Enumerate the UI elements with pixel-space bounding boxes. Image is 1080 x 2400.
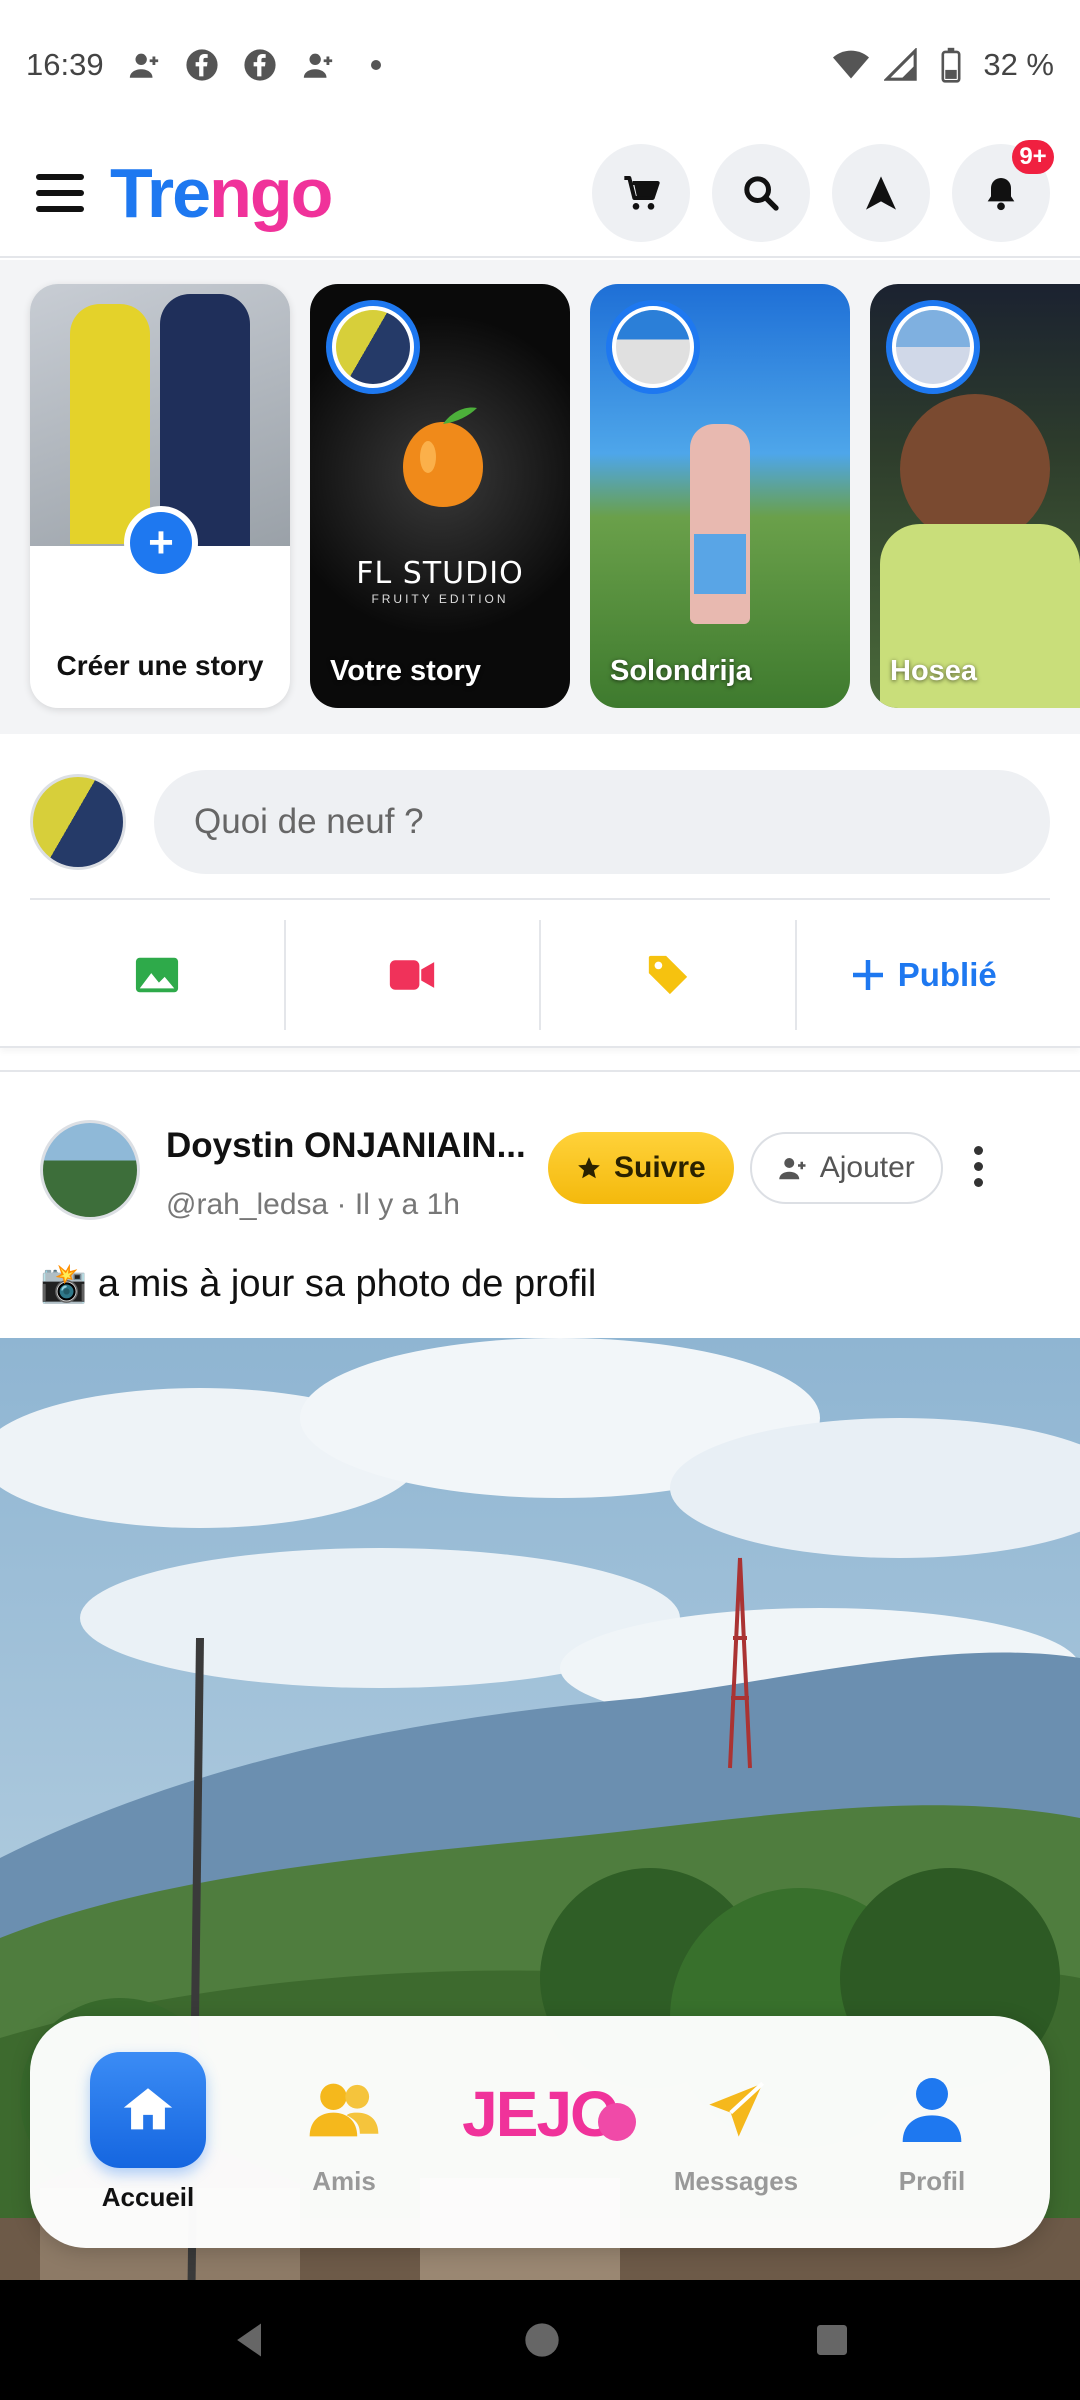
add-video-button[interactable] bbox=[286, 920, 541, 1030]
wifi-icon bbox=[833, 47, 870, 83]
nav-messages-label: Messages bbox=[673, 2165, 799, 2196]
menu-line bbox=[36, 190, 84, 196]
recents-square-icon[interactable] bbox=[812, 2320, 852, 2360]
status-input[interactable]: Quoi de neuf ? bbox=[154, 770, 1050, 874]
back-icon[interactable] bbox=[228, 2318, 272, 2362]
follow-label: Suivre bbox=[614, 1151, 706, 1184]
navigation-arrow-icon bbox=[866, 176, 896, 210]
post-composer: Quoi de neuf ? Publié bbox=[0, 738, 1080, 1048]
notification-count-badge: 9+ bbox=[1012, 140, 1054, 174]
story-avatar bbox=[886, 300, 980, 394]
add-photo-button[interactable] bbox=[30, 920, 286, 1030]
add-friend-button[interactable]: Ajouter bbox=[749, 1132, 943, 1204]
tag-icon bbox=[648, 955, 687, 995]
add-label: Ajouter bbox=[819, 1151, 915, 1184]
nav-jejo[interactable]: JEJO bbox=[442, 2078, 638, 2151]
story-card-hosea[interactable]: Hosea bbox=[870, 284, 1080, 708]
smiley-icon bbox=[597, 2103, 636, 2141]
nav-friends-label: Amis bbox=[312, 2165, 376, 2196]
star-icon bbox=[578, 1157, 600, 1179]
story-name: Hosea bbox=[890, 655, 978, 687]
nav-messages[interactable]: Messages bbox=[638, 2068, 834, 2197]
app-logo[interactable]: Trengo bbox=[110, 153, 333, 233]
nav-home-label: Accueil bbox=[101, 2181, 195, 2212]
post-author-name[interactable]: Doystin ONJANIAIN... bbox=[166, 1126, 536, 1166]
plus-icon bbox=[852, 960, 883, 990]
nav-friends[interactable]: Amis bbox=[246, 2068, 442, 2197]
app-header: Trengo 9+ bbox=[0, 130, 1080, 258]
story-avatar bbox=[326, 300, 420, 394]
add-tag-button[interactable] bbox=[541, 920, 797, 1030]
home-circle-icon[interactable] bbox=[522, 2320, 562, 2360]
profile-icon bbox=[890, 2068, 974, 2152]
bell-icon bbox=[987, 178, 1015, 211]
home-icon bbox=[90, 2051, 206, 2168]
cart-button[interactable] bbox=[592, 144, 690, 242]
video-camera-icon bbox=[390, 960, 435, 990]
notifications-button[interactable]: 9+ bbox=[952, 140, 1054, 242]
create-story-card[interactable]: + Créer une story bbox=[30, 284, 290, 708]
nav-profile-label: Profil bbox=[898, 2165, 966, 2196]
story-card-solondrija[interactable]: Solondrija bbox=[590, 284, 850, 708]
story-card-votre-story[interactable]: FL STUDIO FRUITY EDITION Votre story bbox=[310, 284, 570, 708]
status-bar: 16:39 32 % bbox=[0, 0, 1080, 130]
search-icon bbox=[744, 176, 779, 211]
more-notifications-dot-icon bbox=[358, 47, 394, 83]
stories-carousel[interactable]: + Créer une story FL STUDIO FRUITY EDITI… bbox=[0, 260, 1080, 734]
post-text: 📸 a mis à jour sa photo de profil bbox=[40, 1263, 597, 1305]
add-story-plus-icon[interactable]: + bbox=[124, 506, 198, 580]
navigate-button[interactable] bbox=[832, 144, 930, 242]
system-navigation-bar bbox=[0, 2280, 1080, 2400]
story-name: Votre story bbox=[330, 655, 481, 687]
post-options-button[interactable] bbox=[969, 1146, 989, 1187]
jejo-logo: JEJO bbox=[462, 2077, 636, 2151]
my-avatar[interactable] bbox=[30, 774, 126, 870]
add-friend-notification-icon bbox=[300, 47, 336, 83]
publish-button[interactable]: Publié bbox=[797, 920, 1051, 1030]
divider bbox=[30, 898, 1050, 900]
battery-icon bbox=[933, 47, 969, 83]
story-avatar bbox=[606, 300, 700, 394]
add-friend-notification-icon bbox=[126, 47, 162, 83]
image-icon bbox=[135, 957, 178, 993]
menu-line bbox=[36, 206, 84, 212]
status-time: 16:39 bbox=[26, 47, 104, 82]
create-story-label: Créer une story bbox=[56, 650, 264, 681]
nav-home[interactable]: Accueil bbox=[50, 2051, 246, 2213]
add-user-icon bbox=[778, 1158, 806, 1180]
facebook-notification-icon bbox=[184, 47, 220, 83]
menu-line bbox=[36, 174, 84, 180]
signal-icon bbox=[883, 47, 919, 83]
follow-button[interactable]: Suivre bbox=[548, 1132, 734, 1204]
friends-icon bbox=[302, 2068, 386, 2152]
bottom-navigation: Accueil Amis JEJO Messages Profil bbox=[30, 2016, 1050, 2248]
nav-profile[interactable]: Profil bbox=[834, 2068, 1030, 2197]
post-author-avatar[interactable] bbox=[40, 1120, 140, 1220]
paper-plane-icon bbox=[694, 2068, 778, 2152]
battery-level: 32 % bbox=[983, 47, 1054, 82]
cart-icon bbox=[624, 176, 660, 210]
post-handle-time: @rah_ledsa · Il y a 1h bbox=[166, 1188, 460, 1221]
facebook-notification-icon bbox=[242, 47, 278, 83]
hamburger-menu-button[interactable] bbox=[30, 163, 90, 223]
story-name: Solondrija bbox=[610, 655, 752, 687]
publish-label: Publié bbox=[897, 956, 997, 993]
search-button[interactable] bbox=[712, 144, 810, 242]
